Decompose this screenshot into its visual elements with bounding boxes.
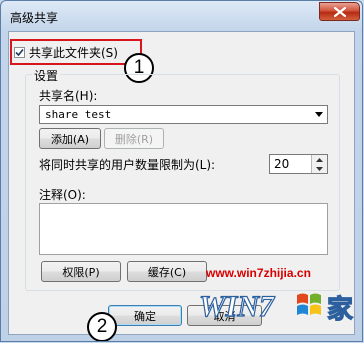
close-icon <box>333 6 346 17</box>
comment-textarea[interactable] <box>39 203 328 255</box>
share-name-label: 共享名(H): <box>39 89 98 103</box>
spin-up-icon[interactable] <box>312 155 327 164</box>
checkbox-highlight-callout <box>10 39 142 65</box>
title-bar[interactable]: 高级共享 <box>1 1 362 31</box>
comment-label: 注释(O): <box>39 188 86 202</box>
user-limit-spinner[interactable]: 20 <box>269 154 328 174</box>
ok-button[interactable]: 确定 <box>108 305 182 326</box>
user-limit-value[interactable]: 20 <box>270 155 311 173</box>
remove-button-label: 删除(R) <box>114 132 154 146</box>
advanced-sharing-dialog: 高级共享 共享此文件夹(S) 1 设置 共享名(H): share test 添… <box>0 0 363 342</box>
logo-suffix: 家 <box>327 294 353 325</box>
share-name-dropdown[interactable]: share test <box>39 105 328 124</box>
caching-button-label: 缓存(C) <box>147 265 187 279</box>
user-limit-label: 将同时共享的用户数量限制为(L): <box>39 158 216 172</box>
permissions-button-label: 权限(P) <box>62 265 100 279</box>
windows-flag-icon <box>297 293 321 315</box>
close-button[interactable] <box>319 2 360 21</box>
win7-logo: WIN7 家 <box>198 289 353 325</box>
caching-button[interactable]: 缓存(C) <box>127 261 207 282</box>
share-name-value: share test <box>45 108 112 121</box>
add-button[interactable]: 添加(A) <box>39 128 101 149</box>
logo-text: WIN7 <box>199 290 275 323</box>
step-2-number: 2 <box>96 316 108 337</box>
remove-button: 删除(R) <box>104 128 164 149</box>
permissions-button[interactable]: 权限(P) <box>41 261 121 282</box>
ok-button-label: 确定 <box>134 309 156 323</box>
window-title: 高级共享 <box>10 11 59 25</box>
dropdown-arrow-icon[interactable] <box>311 106 327 123</box>
settings-group-label: 设置 <box>32 67 61 84</box>
watermark-url: www.win7zhijia.cn <box>206 266 311 280</box>
spin-down-icon[interactable] <box>312 164 327 173</box>
step-2-badge: 2 <box>87 312 117 341</box>
add-button-label: 添加(A) <box>50 132 90 146</box>
